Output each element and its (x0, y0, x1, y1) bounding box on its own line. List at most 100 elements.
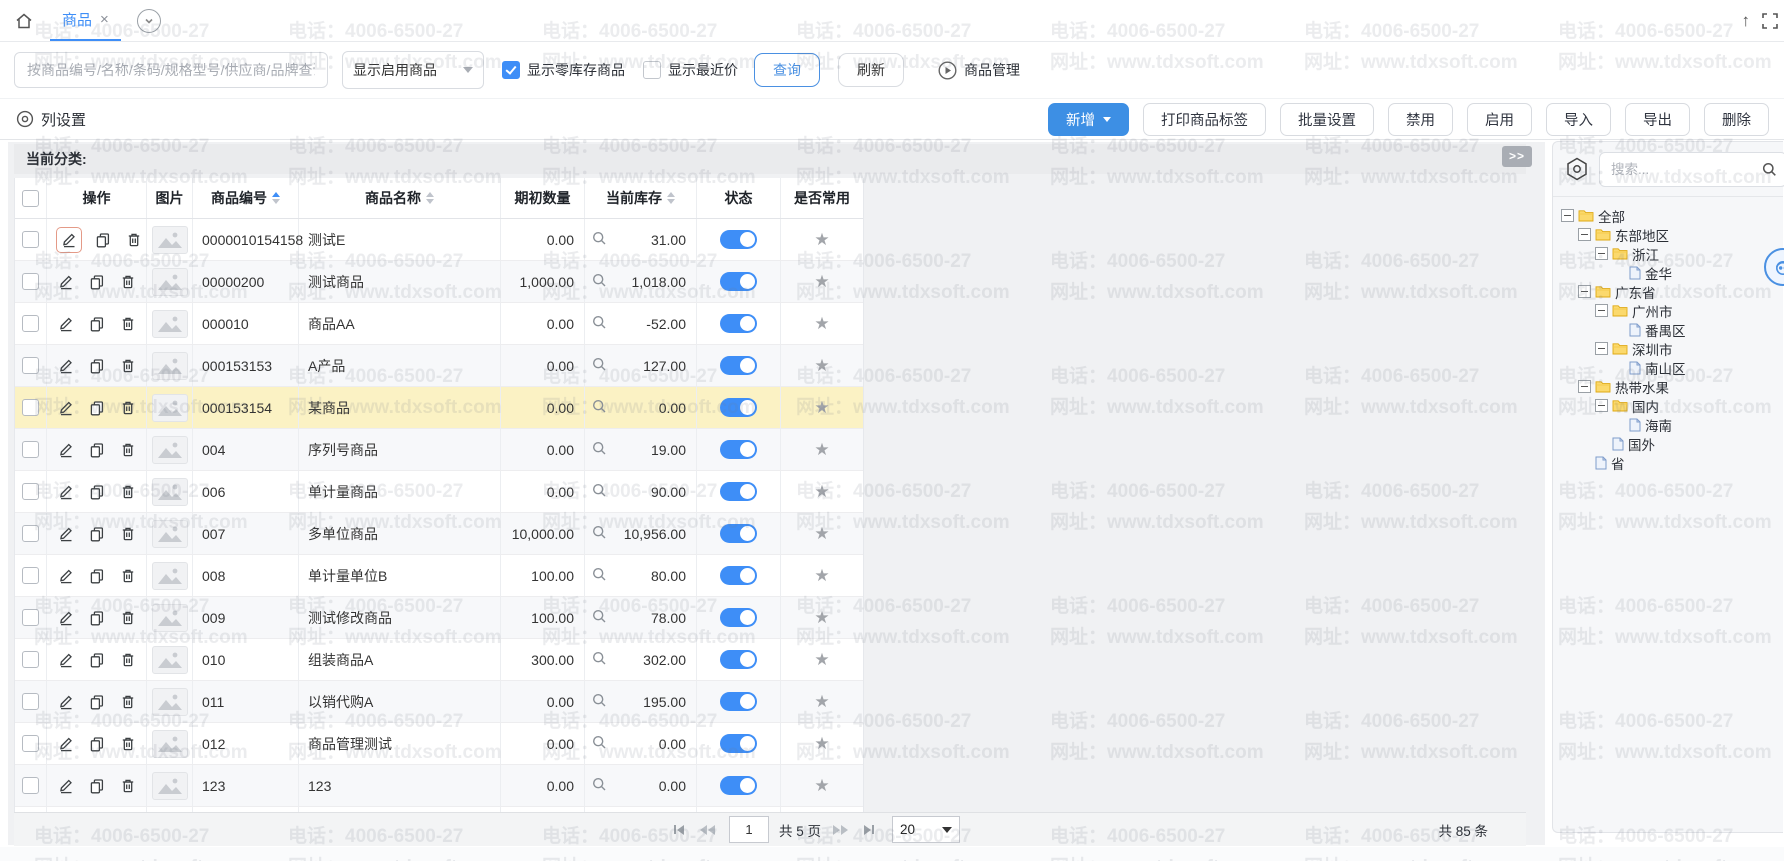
edit-icon[interactable] (57, 357, 75, 375)
product-image-placeholder[interactable] (152, 268, 188, 296)
tree-node[interactable]: 番禺区 (1553, 320, 1783, 339)
copy-icon[interactable] (88, 693, 106, 711)
stock-detail-search-icon[interactable] (592, 609, 607, 627)
row-checkbox[interactable] (22, 315, 39, 332)
delete-icon[interactable] (125, 231, 143, 249)
stock-detail-search-icon[interactable] (592, 315, 607, 333)
delete-icon[interactable] (119, 777, 137, 795)
tree-expander-icon[interactable] (1595, 399, 1608, 412)
row-checkbox[interactable] (22, 735, 39, 752)
delete-icon[interactable] (119, 483, 137, 501)
edit-icon[interactable] (57, 609, 75, 627)
next-page-icon[interactable] (833, 825, 848, 835)
page-size-select[interactable]: 20 (892, 816, 960, 843)
delete-icon[interactable] (119, 273, 137, 291)
copy-icon[interactable] (88, 777, 106, 795)
tree-expander-icon[interactable] (1595, 342, 1608, 355)
enable-button[interactable]: 启用 (1467, 103, 1532, 136)
sort-icon[interactable] (426, 192, 434, 204)
fullscreen-icon[interactable] (1760, 11, 1780, 31)
copy-icon[interactable] (94, 231, 112, 249)
tree-settings-icon[interactable] (1564, 156, 1590, 182)
status-toggle-on[interactable] (720, 734, 757, 753)
query-button[interactable]: 查询 (754, 53, 820, 87)
tree-node[interactable]: 广州市 (1553, 301, 1783, 320)
stock-detail-search-icon[interactable] (592, 693, 607, 711)
tree-node[interactable]: 广东省 (1553, 282, 1783, 301)
sort-icon[interactable] (667, 192, 675, 204)
recent-price-checkbox[interactable] (643, 61, 661, 79)
favorite-star-icon[interactable]: ★ (814, 567, 829, 584)
tree-expander-icon[interactable] (1561, 209, 1574, 222)
product-image-placeholder[interactable] (152, 646, 188, 674)
row-checkbox[interactable] (22, 231, 39, 248)
tree-search-input[interactable] (1609, 161, 1762, 178)
tree-node[interactable]: 浙江 (1553, 244, 1783, 263)
status-toggle-on[interactable] (720, 356, 757, 375)
copy-icon[interactable] (88, 273, 106, 291)
delete-icon[interactable] (119, 399, 137, 417)
favorite-star-icon[interactable]: ★ (814, 651, 829, 668)
row-checkbox[interactable] (22, 357, 39, 374)
delete-button[interactable]: 删除 (1704, 103, 1769, 136)
copy-icon[interactable] (88, 609, 106, 627)
header-current-stock[interactable]: 当前库存 (585, 178, 697, 218)
favorite-star-icon[interactable]: ★ (814, 273, 829, 290)
column-settings-button[interactable]: 列设置 (16, 99, 86, 139)
product-image-placeholder[interactable] (152, 604, 188, 632)
product-image-placeholder[interactable] (152, 352, 188, 380)
tree-node[interactable]: 热带水果 (1553, 377, 1783, 396)
stock-detail-search-icon[interactable] (592, 483, 607, 501)
delete-icon[interactable] (119, 693, 137, 711)
tree-node[interactable]: 海南 (1553, 415, 1783, 434)
stock-detail-search-icon[interactable] (592, 735, 607, 753)
edit-icon[interactable] (57, 651, 75, 669)
product-image-placeholder[interactable] (152, 310, 188, 338)
favorite-star-icon[interactable]: ★ (814, 735, 829, 752)
stock-detail-search-icon[interactable] (592, 441, 607, 459)
stock-detail-search-icon[interactable] (592, 567, 607, 585)
tree-node[interactable]: 国内 (1553, 396, 1783, 415)
favorite-star-icon[interactable]: ★ (814, 483, 829, 500)
row-checkbox[interactable] (22, 525, 39, 542)
stock-detail-search-icon[interactable] (592, 357, 607, 375)
print-label-button[interactable]: 打印商品标签 (1143, 103, 1266, 136)
delete-icon[interactable] (119, 651, 137, 669)
disable-button[interactable]: 禁用 (1388, 103, 1453, 136)
edit-icon[interactable] (57, 399, 75, 417)
favorite-star-icon[interactable]: ★ (814, 693, 829, 710)
prev-page-icon[interactable] (700, 825, 715, 835)
favorite-star-icon[interactable]: ★ (814, 525, 829, 542)
tree-node[interactable]: 南山区 (1553, 358, 1783, 377)
stock-detail-search-icon[interactable] (592, 777, 607, 795)
product-image-placeholder[interactable] (152, 478, 188, 506)
status-toggle-on[interactable] (720, 440, 757, 459)
delete-icon[interactable] (119, 357, 137, 375)
tree-expander-icon[interactable] (1578, 228, 1591, 241)
stock-detail-search-icon[interactable] (592, 525, 607, 543)
tree-node[interactable]: 省 (1553, 453, 1783, 472)
stock-detail-search-icon[interactable] (592, 273, 607, 291)
row-checkbox[interactable] (22, 777, 39, 794)
tree-search-box[interactable] (1599, 152, 1784, 187)
delete-icon[interactable] (119, 567, 137, 585)
tab-products[interactable]: 商品 × (50, 0, 121, 41)
edit-icon[interactable] (57, 567, 75, 585)
tree-expander-icon[interactable] (1595, 247, 1608, 260)
tree-expander-icon[interactable] (1595, 304, 1608, 317)
product-search-input[interactable] (14, 52, 328, 88)
edit-icon[interactable] (57, 735, 75, 753)
recent-price-checkbox-group[interactable]: 显示最近价 (643, 60, 738, 80)
status-toggle-on[interactable] (720, 482, 757, 501)
refresh-button[interactable]: 刷新 (838, 53, 904, 87)
status-toggle-on[interactable] (720, 650, 757, 669)
home-icon[interactable] (12, 9, 36, 33)
copy-icon[interactable] (88, 525, 106, 543)
delete-icon[interactable] (119, 315, 137, 333)
favorite-star-icon[interactable]: ★ (814, 399, 829, 416)
select-all-checkbox[interactable] (22, 190, 39, 207)
status-toggle-on[interactable] (720, 524, 757, 543)
collapse-tree-button[interactable]: >> (1502, 146, 1532, 167)
copy-icon[interactable] (88, 399, 106, 417)
row-checkbox[interactable] (22, 567, 39, 584)
